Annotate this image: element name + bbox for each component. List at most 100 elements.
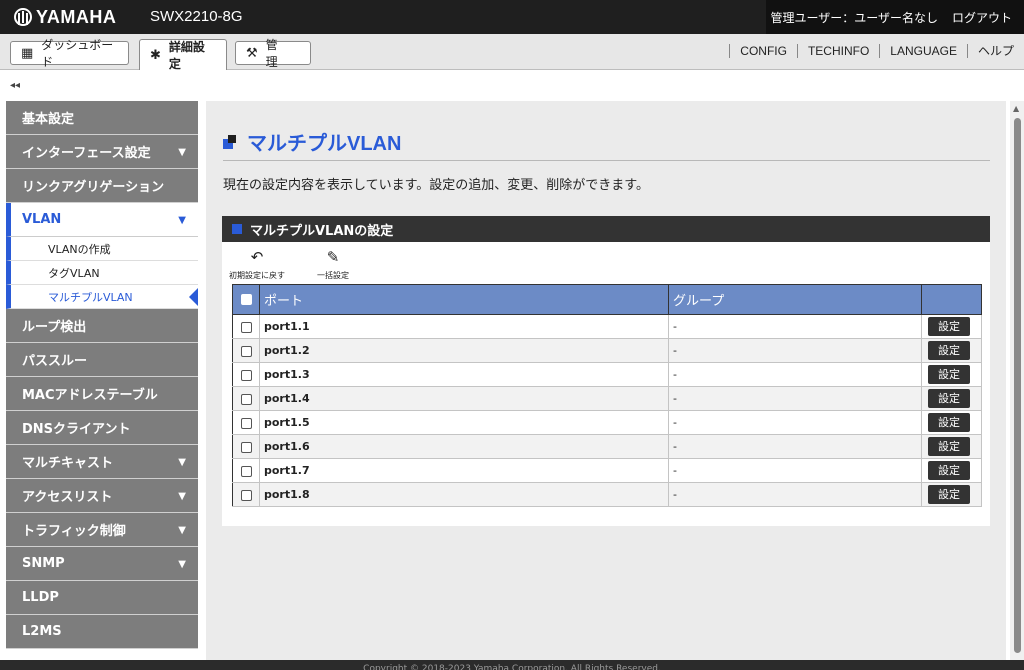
tab-management[interactable]: ⚒ 管 理 bbox=[235, 38, 311, 69]
sidebar-item-label: 基本設定 bbox=[22, 112, 75, 127]
group-cell: - bbox=[668, 482, 922, 507]
sidebar-collapse-button[interactable]: ◂◂ bbox=[10, 80, 20, 91]
port-cell: port1.3 bbox=[259, 362, 669, 387]
bulk-settings-button[interactable]: ✎ 一括設定 bbox=[298, 248, 368, 281]
port-cell: port1.2 bbox=[259, 338, 669, 363]
table-row: port1.5- 設定 bbox=[232, 410, 982, 435]
language-link[interactable]: LANGUAGE bbox=[879, 44, 967, 58]
checkbox-cell bbox=[232, 410, 260, 435]
set-button[interactable]: 設定 bbox=[928, 389, 970, 408]
tab-dashboard[interactable]: ▦ ダッシュボード bbox=[10, 38, 129, 69]
group-cell: - bbox=[668, 386, 922, 411]
row-checkbox[interactable] bbox=[240, 489, 252, 501]
group-cell: - bbox=[668, 458, 922, 483]
sidebar-item-dns-client[interactable]: DNSクライアント bbox=[6, 411, 198, 445]
scroll-thumb[interactable] bbox=[1014, 118, 1021, 653]
sidebar-item-label: L2MS bbox=[22, 624, 62, 639]
sidebar-item-l2ms[interactable]: L2MS bbox=[6, 615, 198, 649]
sidebar-item-passthrough[interactable]: パススルー bbox=[6, 343, 198, 377]
select-all-checkbox[interactable] bbox=[240, 294, 252, 305]
sidebar-subitem-tag-vlan[interactable]: タグVLAN bbox=[6, 261, 198, 285]
panel-header: マルチプルVLANの設定 bbox=[222, 216, 990, 242]
row-checkbox[interactable] bbox=[240, 345, 252, 357]
sidebar-item-multicast[interactable]: マルチキャスト ▼ bbox=[6, 445, 198, 479]
checkbox-cell bbox=[232, 338, 260, 363]
row-checkbox[interactable] bbox=[240, 441, 252, 453]
sidebar-item-loop-detection[interactable]: ループ検出 bbox=[6, 309, 198, 343]
techinfo-link[interactable]: TECHINFO bbox=[796, 44, 879, 58]
checkbox-cell bbox=[232, 386, 260, 411]
action-cell: 設定 bbox=[921, 410, 982, 435]
sidebar-item-basic[interactable]: 基本設定 bbox=[6, 101, 198, 135]
sidebar-item-mac-table[interactable]: MACアドレステーブル bbox=[6, 377, 198, 411]
sidebar-item-vlan[interactable]: VLAN ▼ bbox=[6, 203, 198, 237]
select-all-cell bbox=[232, 284, 260, 315]
sidebar-item-lldp[interactable]: LLDP bbox=[6, 581, 198, 615]
page-squares-icon bbox=[223, 134, 237, 149]
action-cell: 設定 bbox=[921, 338, 982, 363]
set-button[interactable]: 設定 bbox=[928, 341, 970, 360]
sidebar: 基本設定 インターフェース設定 ▼ リンクアグリゲーション VLAN ▼ VLANの… bbox=[6, 101, 198, 670]
device-model: SWX2210-8G bbox=[150, 8, 243, 25]
sidebar-item-label: アクセスリスト bbox=[22, 490, 113, 505]
caret-down-icon: ▼ bbox=[178, 559, 186, 570]
help-link[interactable]: ヘルプ bbox=[966, 44, 1024, 58]
row-checkbox[interactable] bbox=[240, 393, 252, 405]
sidebar-item-link-aggregation[interactable]: リンクアグリゲーション bbox=[6, 169, 198, 203]
gear-icon: ✱ bbox=[150, 47, 161, 63]
reset-defaults-button[interactable]: ↶ 初期設定に戻す bbox=[222, 248, 292, 281]
group-cell: - bbox=[668, 338, 922, 363]
table-row: port1.3- 設定 bbox=[232, 362, 982, 387]
sidebar-subitem-multiple-vlan[interactable]: マルチプルVLAN bbox=[6, 285, 198, 309]
set-button[interactable]: 設定 bbox=[928, 365, 970, 384]
caret-down-icon: ▼ bbox=[178, 147, 186, 158]
sidebar-item-interface[interactable]: インターフェース設定 ▼ bbox=[6, 135, 198, 169]
blue-square-icon bbox=[232, 224, 242, 234]
tuning-fork-logo-icon bbox=[14, 8, 32, 26]
action-cell: 設定 bbox=[921, 434, 982, 459]
top-links: CONFIG TECHINFO LANGUAGE ヘルプ bbox=[729, 44, 1024, 58]
sidebar-item-label: トラフィック制御 bbox=[22, 524, 126, 539]
sidebar-item-label: LLDP bbox=[22, 590, 59, 605]
column-header-action bbox=[921, 284, 982, 315]
set-button[interactable]: 設定 bbox=[928, 485, 970, 504]
set-button[interactable]: 設定 bbox=[928, 461, 970, 480]
tab-label: ダッシュボード bbox=[41, 38, 114, 69]
tab-label: 管 理 bbox=[265, 38, 290, 69]
table-row: port1.7- 設定 bbox=[232, 458, 982, 483]
page-description: 現在の設定内容を表示しています。設定の追加、変更、削除ができます。 bbox=[223, 178, 650, 193]
set-button[interactable]: 設定 bbox=[928, 413, 970, 432]
port-cell: port1.5 bbox=[259, 410, 669, 435]
table-row: port1.8- 設定 bbox=[232, 482, 982, 507]
row-checkbox[interactable] bbox=[240, 465, 252, 477]
set-button[interactable]: 設定 bbox=[928, 437, 970, 456]
sidebar-item-snmp[interactable]: SNMP ▼ bbox=[6, 547, 198, 581]
group-cell: - bbox=[668, 314, 922, 339]
port-cell: port1.4 bbox=[259, 386, 669, 411]
row-checkbox[interactable] bbox=[240, 369, 252, 381]
tab-bar: ▦ ダッシュボード ✱ 詳細設定 ⚒ 管 理 CONFIG TECHINFO L… bbox=[0, 34, 1024, 71]
row-checkbox[interactable] bbox=[240, 321, 252, 333]
sidebar-item-label: MACアドレステーブル bbox=[22, 388, 158, 403]
sidebar-item-label: ループ検出 bbox=[22, 320, 87, 335]
tool-label: 一括設定 bbox=[317, 271, 349, 280]
config-link[interactable]: CONFIG bbox=[729, 44, 797, 58]
sidebar-item-label: インターフェース設定 bbox=[22, 146, 151, 161]
tool-label: 初期設定に戻す bbox=[229, 271, 285, 280]
sidebar-item-label: VLAN bbox=[22, 212, 62, 227]
vertical-scrollbar[interactable]: ▲ bbox=[1010, 101, 1024, 670]
set-button[interactable]: 設定 bbox=[928, 317, 970, 336]
action-cell: 設定 bbox=[921, 362, 982, 387]
sidebar-subitem-vlan-create[interactable]: VLANの作成 bbox=[6, 237, 198, 261]
scroll-up-arrow-icon[interactable]: ▲ bbox=[1013, 104, 1019, 113]
tab-advanced-settings[interactable]: ✱ 詳細設定 bbox=[139, 39, 227, 71]
sidebar-item-access-list[interactable]: アクセスリスト ▼ bbox=[6, 479, 198, 513]
main-content: マルチプルVLAN 現在の設定内容を表示しています。設定の追加、変更、削除ができ… bbox=[206, 101, 1006, 670]
column-header-port: ポート bbox=[259, 284, 669, 315]
table-row: port1.4- 設定 bbox=[232, 386, 982, 411]
top-header: YAMAHA SWX2210-8G 管理ユーザー：ユーザー名なし ログアウト bbox=[0, 0, 1024, 34]
sidebar-item-traffic-control[interactable]: トラフィック制御 ▼ bbox=[6, 513, 198, 547]
logout-link[interactable]: ログアウト bbox=[952, 9, 1012, 26]
port-table: ポート グループ port1.1- 設定 port1.2- 設定 port1.3- 設… bbox=[232, 284, 982, 507]
row-checkbox[interactable] bbox=[240, 417, 252, 429]
